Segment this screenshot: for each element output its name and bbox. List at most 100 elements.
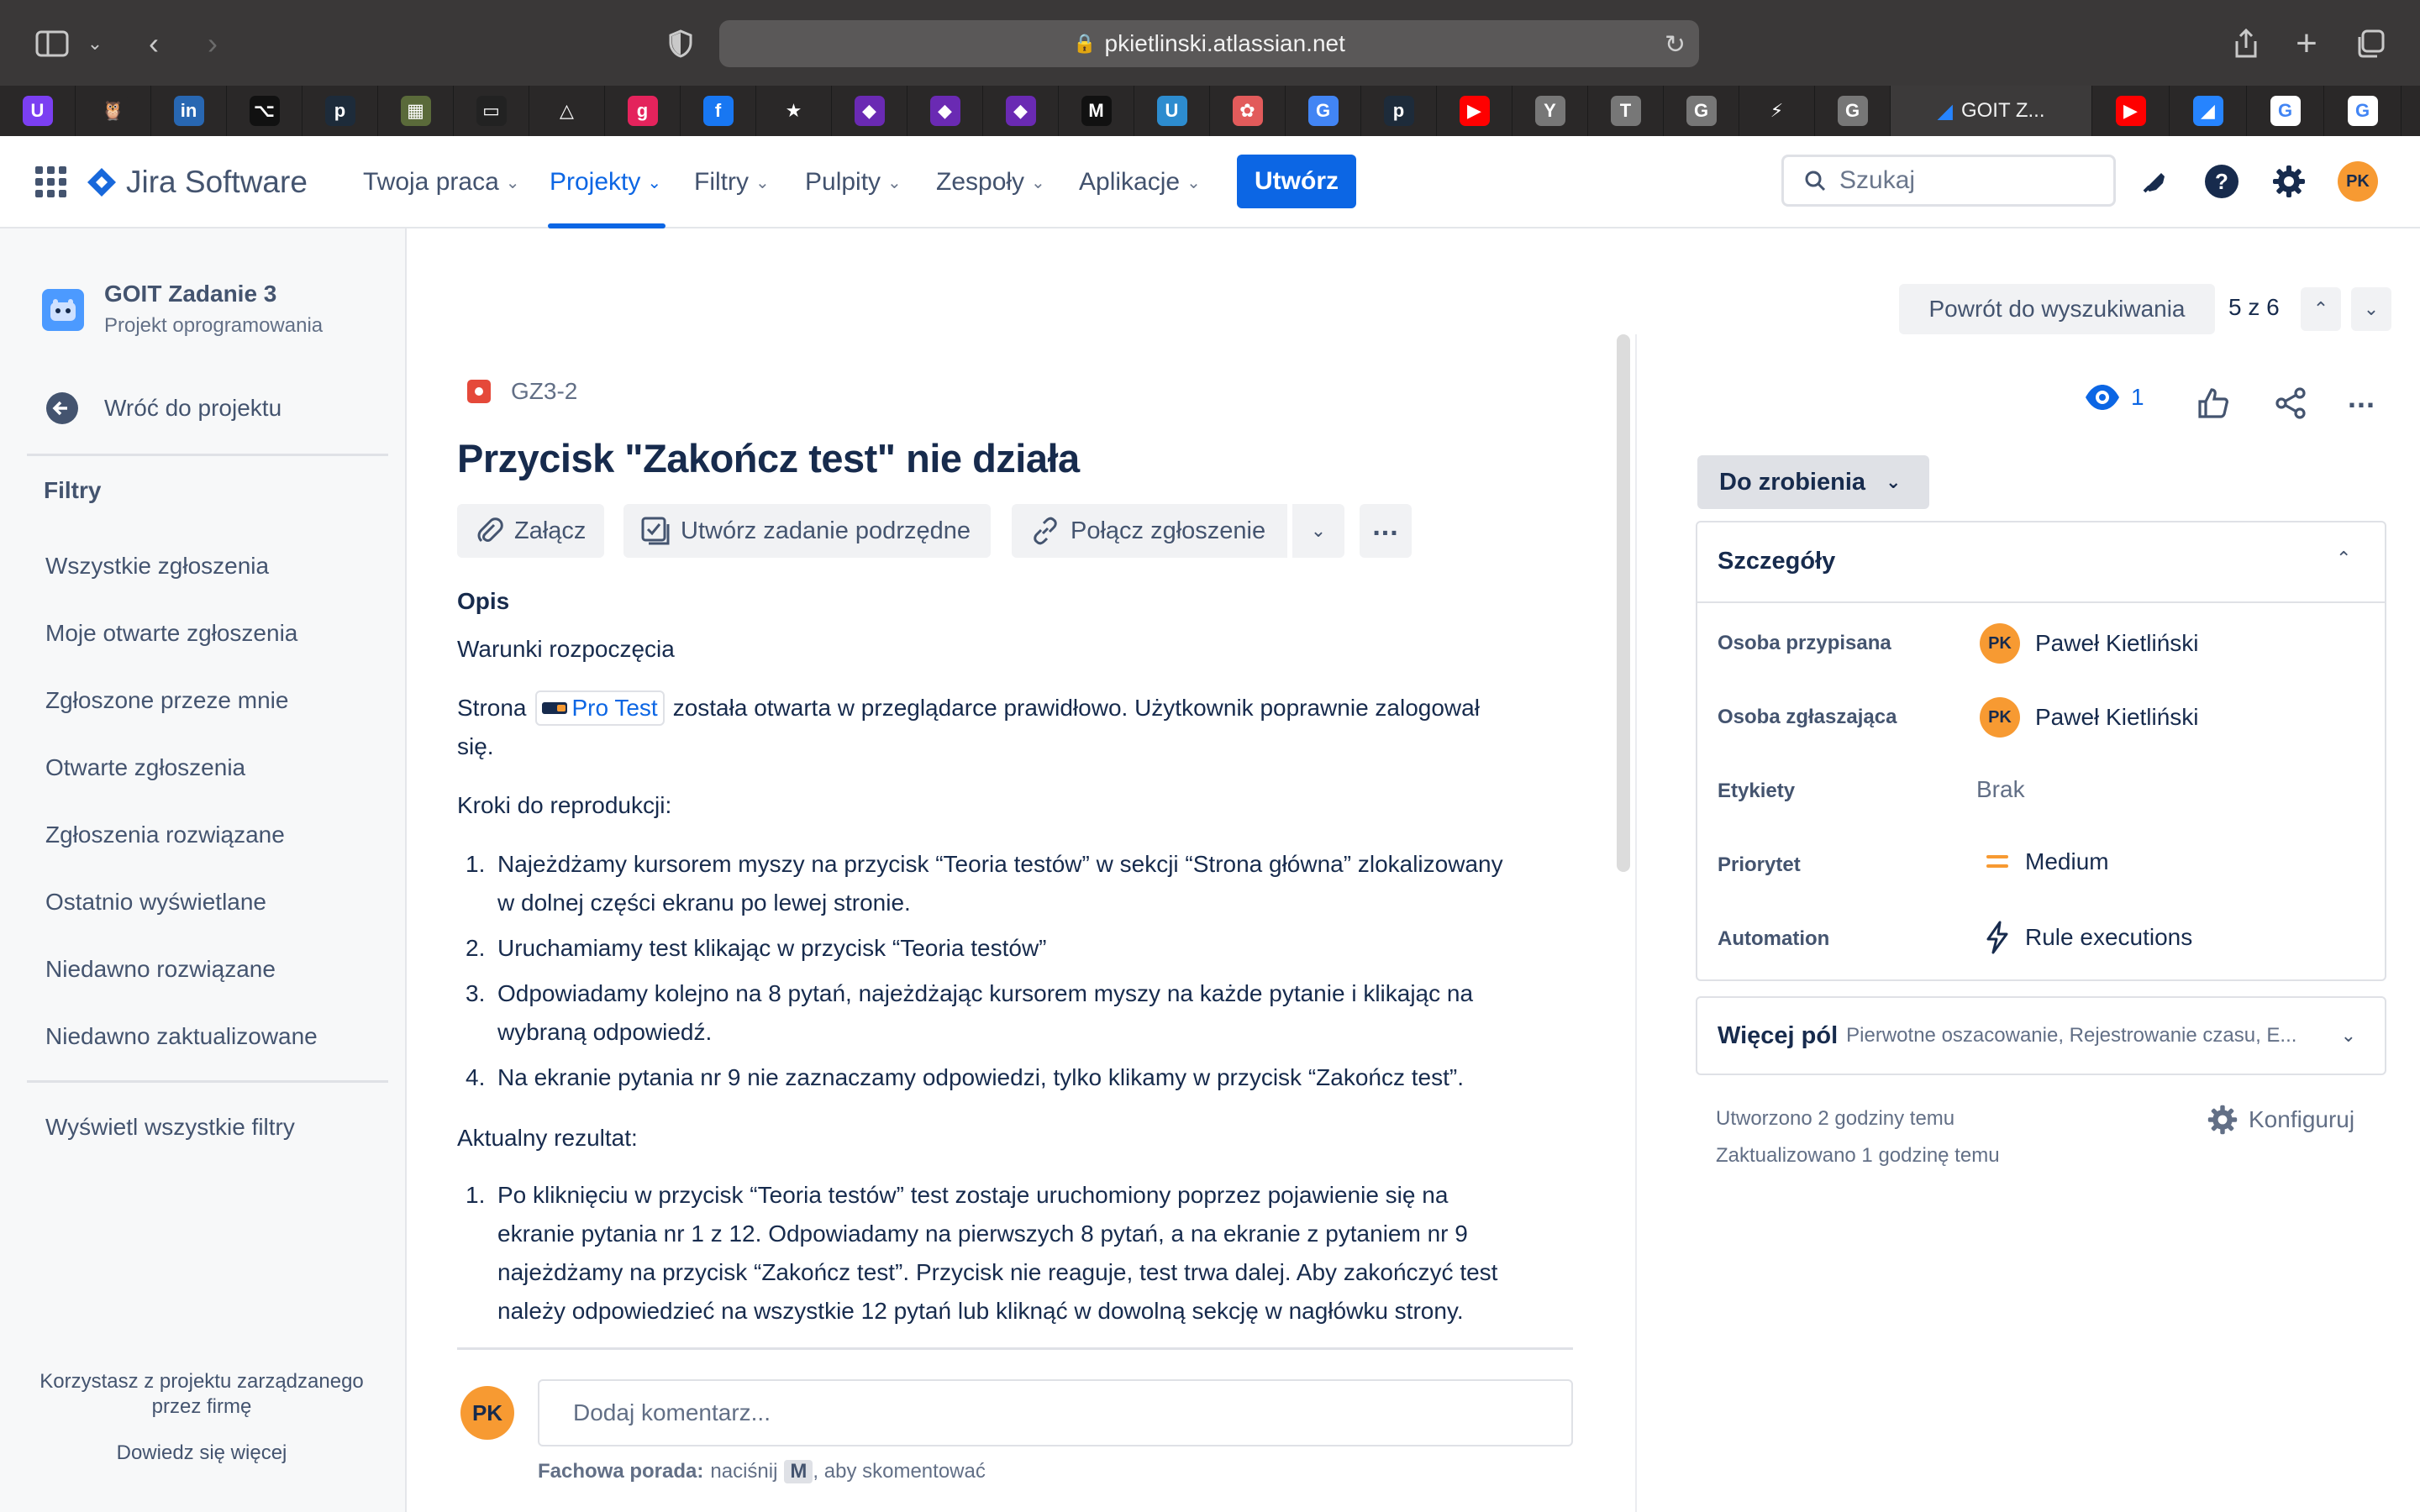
automation-field[interactable]: Rule executions [1985,921,2192,954]
labels-field[interactable]: Brak [1976,776,2025,803]
filter-reported-by-me[interactable]: Zgłoszone przeze mnie [45,687,288,714]
priority-field[interactable]: Medium [1985,848,2109,875]
privacy-shield-icon[interactable] [660,20,701,67]
favorite-translate[interactable]: G [1286,86,1361,136]
content-scrollbar[interactable] [1617,334,1630,872]
favorite-g-gray[interactable]: G [1815,86,1891,136]
avatar[interactable]: PK [2338,161,2378,202]
chevron-down-icon[interactable]: ⌄ [82,20,108,67]
shield-icon: ◆ [854,96,885,126]
pro-test-smart-link[interactable]: Pro Test [534,690,665,726]
filter-all-issues[interactable]: Wszystkie zgłoszenia [45,553,269,580]
back-to-search-button[interactable]: Powrót do wyszukiwania [1899,284,2215,334]
favorite-youtube[interactable]: ▶ [2092,86,2170,136]
favorite-shield[interactable]: ◆ [908,86,983,136]
favorite-t[interactable]: T [1588,86,1664,136]
favorite-owl[interactable]: 🦉 [76,86,151,136]
reporter-field[interactable]: PK Paweł Kietliński [1980,697,2199,738]
watch-button[interactable]: 1 [2084,383,2144,412]
share-icon[interactable] [2227,20,2265,67]
item-text: Po kliknięciu w przycisk “Teoria testów”… [497,1182,1449,1208]
status-dropdown[interactable]: Do zrobienia ⌄ [1697,455,1929,509]
favorite-p[interactable]: p [302,86,378,136]
project-name[interactable]: GOIT Zadanie 3 [104,281,276,307]
help-icon[interactable]: ? [2200,160,2244,203]
favorite-u[interactable]: U [1134,86,1210,136]
favorite-y[interactable]: Y [1512,86,1588,136]
reload-icon[interactable]: ↻ [1665,30,1686,60]
attach-button[interactable]: Załącz [457,504,605,558]
issue-title[interactable]: Przycisk "Zakończ test" nie działa [457,435,1080,481]
filter-resolved[interactable]: Zgłoszenia rozwiązane [45,822,285,848]
favorite-linkedin[interactable]: in [151,86,227,136]
favorite-shield[interactable]: ◆ [832,86,908,136]
more-actions-button[interactable]: ... [1360,504,1412,558]
link-icon [1034,517,1057,545]
address-bar[interactable]: 🔒 pkietlinski.atlassian.net ↻ [719,20,1699,67]
more-icon[interactable]: ... [2348,380,2375,415]
nav-zespoly[interactable]: Zespoły ⌄ [936,136,1045,228]
view-all-filters-link[interactable]: Wyświetl wszystkie filtry [45,1114,295,1141]
comment-input[interactable]: Dodaj komentarz... [538,1379,1573,1446]
app-switcher-icon[interactable] [34,165,69,200]
nav-projekty[interactable]: Projekty ⌄ [550,136,661,228]
previous-issue-button[interactable]: ⌃ [2301,287,2341,331]
m-icon: M [1081,96,1112,126]
create-button[interactable]: Utwórz [1237,155,1356,208]
learn-more-link[interactable]: Dowiedz się więcej [17,1441,387,1465]
back-to-project-link[interactable]: Wróć do projektu [45,391,281,425]
favorite-facebook[interactable]: f [681,86,756,136]
tabs-overview-icon[interactable] [2349,20,2391,67]
tip-text: , aby skomentować [813,1460,986,1483]
chevron-up-icon[interactable]: ⌃ [2336,548,2351,570]
filter-recently-updated[interactable]: Niedawno zaktualizowane [45,1023,318,1050]
configure-button[interactable]: Konfiguruj [2207,1104,2354,1136]
favorite-g-pink[interactable]: g [605,86,681,136]
link-dropdown-button[interactable]: ⌄ [1292,504,1344,558]
new-tab-icon[interactable]: + [2287,20,2326,67]
search-input[interactable]: Szukaj [1781,155,2116,207]
back-icon[interactable]: ‹ [134,20,173,67]
favorite-book[interactable]: ▭ [454,86,529,136]
nav-twoja-praca[interactable]: Twoja praca ⌄ [363,136,520,228]
favorite-g-gray[interactable]: G [1664,86,1739,136]
link-issue-button[interactable]: Połącz zgłoszenie [1012,504,1288,558]
active-tab[interactable]: ◢ GOIT Z... [1891,86,2092,136]
assignee-field[interactable]: PK Paweł Kietliński [1980,623,2199,664]
favorite-github[interactable]: ⌥ [227,86,302,136]
issue-key[interactable]: GZ3-2 [511,378,577,405]
forward-icon[interactable]: › [193,20,232,67]
filter-recently-resolved[interactable]: Niedawno rozwiązane [45,956,276,983]
site-favicon-icon [541,702,567,714]
sidebar-toggle-icon[interactable] [30,20,74,67]
favorite-openai[interactable]: ✿ [1210,86,1286,136]
filter-open[interactable]: Otwarte zgłoszenia [45,754,245,781]
favorite-star[interactable]: ★ [756,86,832,136]
nav-pulpity[interactable]: Pulpity ⌄ [805,136,902,228]
favorite-youtube[interactable]: ▶ [1437,86,1512,136]
next-issue-button[interactable]: ⌄ [2351,287,2391,331]
filter-my-open[interactable]: Moje otwarte zgłoszenia [45,620,297,647]
filter-recently-viewed[interactable]: Ostatnio wyświetlane [45,889,266,916]
share-icon[interactable] [2274,386,2307,424]
notifications-icon[interactable] [2133,160,2176,203]
favorite-google[interactable]: G [2247,86,2324,136]
managed-project-note: Korzystasz z projektu zarządzanego przez… [39,1370,364,1418]
favorite-u[interactable]: U [0,86,76,136]
favorite-triangle[interactable]: △ [529,86,605,136]
favorite-p[interactable]: p [1361,86,1437,136]
favorite-google[interactable]: G [2324,86,2402,136]
favorite-jira[interactable]: ◢ [2170,86,2247,136]
favorite-bolt[interactable]: ⚡ [1739,86,1815,136]
nav-aplikacje[interactable]: Aplikacje ⌄ [1079,136,1201,228]
nav-filtry[interactable]: Filtry ⌄ [694,136,770,228]
create-subtask-button[interactable]: Utwórz zadanie podrzędne [623,504,991,558]
like-icon[interactable] [2196,386,2230,424]
favorite-m[interactable]: M [1059,86,1134,136]
settings-gear-icon[interactable] [2267,160,2311,203]
more-fields-panel[interactable]: Więcej pól Pierwotne oszacowanie, Rejest… [1696,996,2386,1075]
favorite-shield[interactable]: ◆ [983,86,1059,136]
lightning-icon [1986,921,2008,954]
favorite-image[interactable]: ▦ [378,86,454,136]
jira-logo[interactable]: Jira Software [86,161,308,203]
